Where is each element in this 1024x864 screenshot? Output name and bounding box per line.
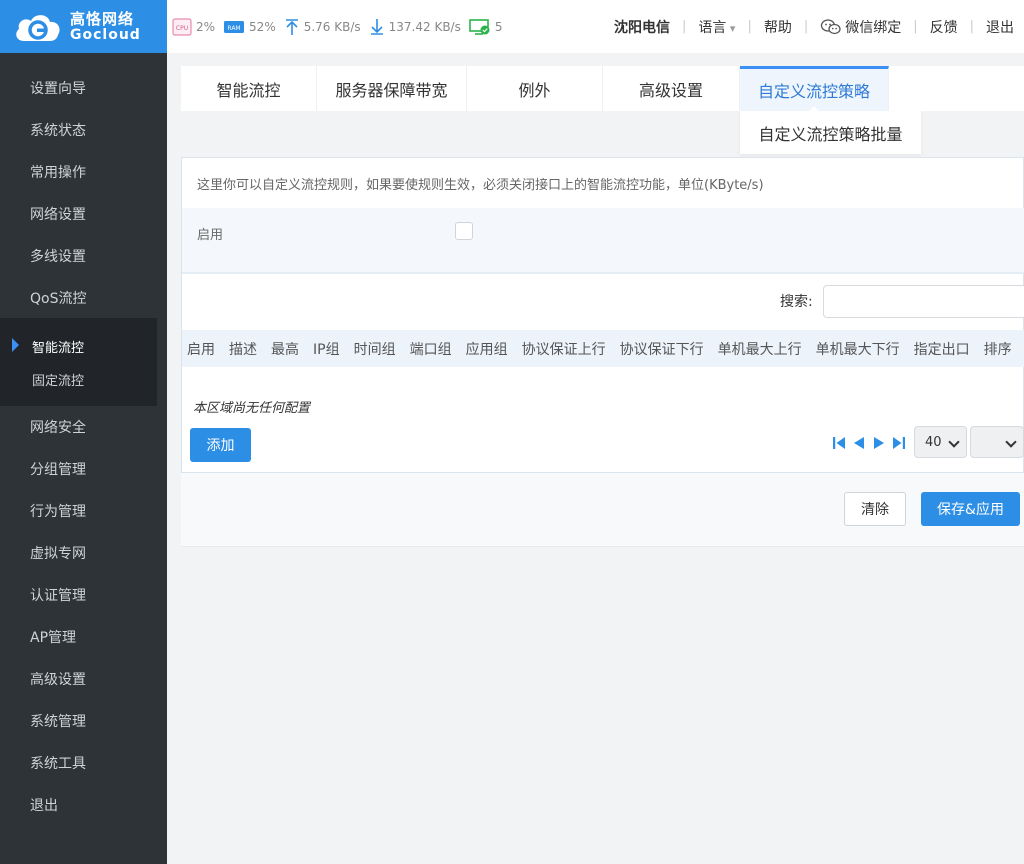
col-order[interactable]: 排序 [984,339,1012,359]
sidebar-item-multi-wan[interactable]: 多线设置 [0,236,167,276]
sidebar-item-system-tools[interactable]: 系统工具 [0,743,167,783]
cpu-icon: CPU [172,17,192,36]
sidebar-item-auth-management[interactable]: 认证管理 [0,575,167,615]
upload-stat: 5.76 KB/s [284,18,361,36]
tab-smart-qos[interactable]: 智能流控 [181,66,317,111]
ram-stat: RAM 52% [223,18,276,36]
wechat-bind-label: 微信绑定 [845,19,902,36]
sidebar-item-setup-wizard[interactable]: 设置向导 [0,68,167,108]
download-arrow-icon [370,18,383,35]
devices-count: 5 [494,19,503,34]
help-link[interactable]: 帮助 [764,17,792,37]
col-ip-group[interactable]: IP组 [313,339,340,359]
sidebar-subitem-smart-qos[interactable]: 智能流控 [0,331,157,361]
sidebar-item-qos[interactable]: QoS流控 [0,278,167,318]
cpu-chip-label: CPU [176,25,188,32]
col-outbound[interactable]: 指定出口 [914,339,970,359]
col-max[interactable]: 最高 [271,339,299,359]
col-host-max-down[interactable]: 单机最大下行 [816,339,900,359]
brand-text: 高恪网络 Gocloud [70,11,141,43]
cpu-stat: CPU 2% [172,17,216,36]
upload-arrow-icon [285,18,298,35]
add-button[interactable]: 添加 [190,428,251,462]
action-bar: 清除 保存&应用 [181,473,1024,547]
col-app-group[interactable]: 应用组 [466,339,508,359]
save-apply-button[interactable]: 保存&应用 [921,492,1020,526]
empty-message: 本区域尚无任何配置 [193,401,311,416]
cloud-logo-icon [16,14,60,41]
tab-dropdown-custom-policy-batch[interactable]: 自定义流控策略批量 [740,111,921,154]
col-host-max-up[interactable]: 单机最大上行 [718,339,802,359]
last-page-icon[interactable] [892,435,906,455]
language-menu[interactable]: 语言 [698,17,735,37]
cpu-value: 2% [196,19,216,34]
brand-logo[interactable]: 高恪网络 Gocloud [0,0,167,53]
enable-row: 启用 [182,208,1024,258]
sidebar-item-advanced-settings[interactable]: 高级设置 [0,659,167,699]
col-guaranteed-down[interactable]: 协议保证下行 [620,339,704,359]
sidebar-item-ap-management[interactable]: AP管理 [0,617,167,657]
col-enable[interactable]: 启用 [187,339,215,359]
enable-label: 启用 [197,227,224,243]
search-input[interactable] [823,285,1024,318]
sidebar-item-system-status[interactable]: 系统状态 [0,110,167,150]
sidebar-item-network-security[interactable]: 网络安全 [0,407,167,447]
download-stat: 137.42 KB/s [369,18,461,36]
download-value: 137.42 KB/s [388,19,461,34]
page-size-select[interactable]: 40 [914,426,967,458]
col-time-group[interactable]: 时间组 [354,339,396,359]
ram-value: 52% [249,19,276,34]
enable-checkbox[interactable] [455,222,473,240]
wechat-bind-link[interactable]: 微信绑定 [820,17,901,37]
qos-submenu: 智能流控 固定流控 [0,318,157,406]
page-number-select[interactable] [970,426,1024,458]
devices-stat[interactable]: 5 [469,18,503,36]
system-stats: CPU 2% RAM 52% 5.76 KB/s 137.42 KB/s 5 [172,0,511,53]
tab-custom-policy[interactable]: 自定义流控策略 [740,66,889,112]
logout-link[interactable]: 退出 [986,17,1014,37]
ram-icon: RAM [224,20,245,33]
tab-exceptions[interactable]: 例外 [467,66,603,111]
wechat-icon [821,18,841,34]
sidebar-subitem-fixed-qos[interactable]: 固定流控 [0,364,157,394]
pagination [832,428,912,462]
clear-button[interactable]: 清除 [844,492,906,526]
tab-bar: 智能流控 服务器保障带宽 例外 高级设置 自定义流控策略 [181,66,1024,112]
sidebar-item-behavior-management[interactable]: 行为管理 [0,491,167,531]
sidebar-item-vpn[interactable]: 虚拟专网 [0,533,167,573]
tab-server-bandwidth[interactable]: 服务器保障带宽 [317,66,467,111]
col-port-group[interactable]: 端口组 [410,339,452,359]
sidebar-item-system-management[interactable]: 系统管理 [0,701,167,741]
top-links: 沈阳电信 | 语言 | 帮助 | 微信绑定 | 反馈 | 退出 [614,0,1024,53]
brand-name-cn: 高恪网络 [70,9,135,28]
search-label: 搜索: [780,294,813,310]
col-guaranteed-up[interactable]: 协议保证上行 [522,339,606,359]
isp-name: 沈阳电信 [614,19,671,36]
feedback-link[interactable]: 反馈 [930,17,958,37]
policy-panel: 这里你可以自定义流控规则，如果要使规则生效，必须关闭接口上的智能流控功能，单位(… [181,157,1024,473]
top-bar: 高恪网络 Gocloud CPU 2% RAM 52% 5.76 KB/s 13… [0,0,1024,53]
sidebar-item-network-settings[interactable]: 网络设置 [0,194,167,234]
brand-name-en: Gocloud [70,26,141,43]
sidebar-item-common-ops[interactable]: 常用操作 [0,152,167,192]
first-page-icon[interactable] [832,435,846,455]
monitor-online-icon [469,18,490,35]
col-description[interactable]: 描述 [229,339,257,359]
sidebar: 设置向导 系统状态 常用操作 网络设置 多线设置 QoS流控 智能流控 固定流控… [0,53,167,864]
sidebar-item-group-management[interactable]: 分组管理 [0,449,167,489]
prev-page-icon[interactable] [852,435,866,455]
next-page-icon[interactable] [872,435,886,455]
tab-advanced[interactable]: 高级设置 [603,66,740,111]
upload-value: 5.76 KB/s [303,19,361,34]
panel-description: 这里你可以自定义流控规则，如果要使规则生效，必须关闭接口上的智能流控功能，单位(… [197,177,764,193]
table-header: 启用 描述 最高 IP组 时间组 端口组 应用组 协议保证上行 协议保证下行 单… [182,330,1024,367]
sidebar-item-logout[interactable]: 退出 [0,785,167,825]
ram-chip-label: RAM [227,25,240,32]
